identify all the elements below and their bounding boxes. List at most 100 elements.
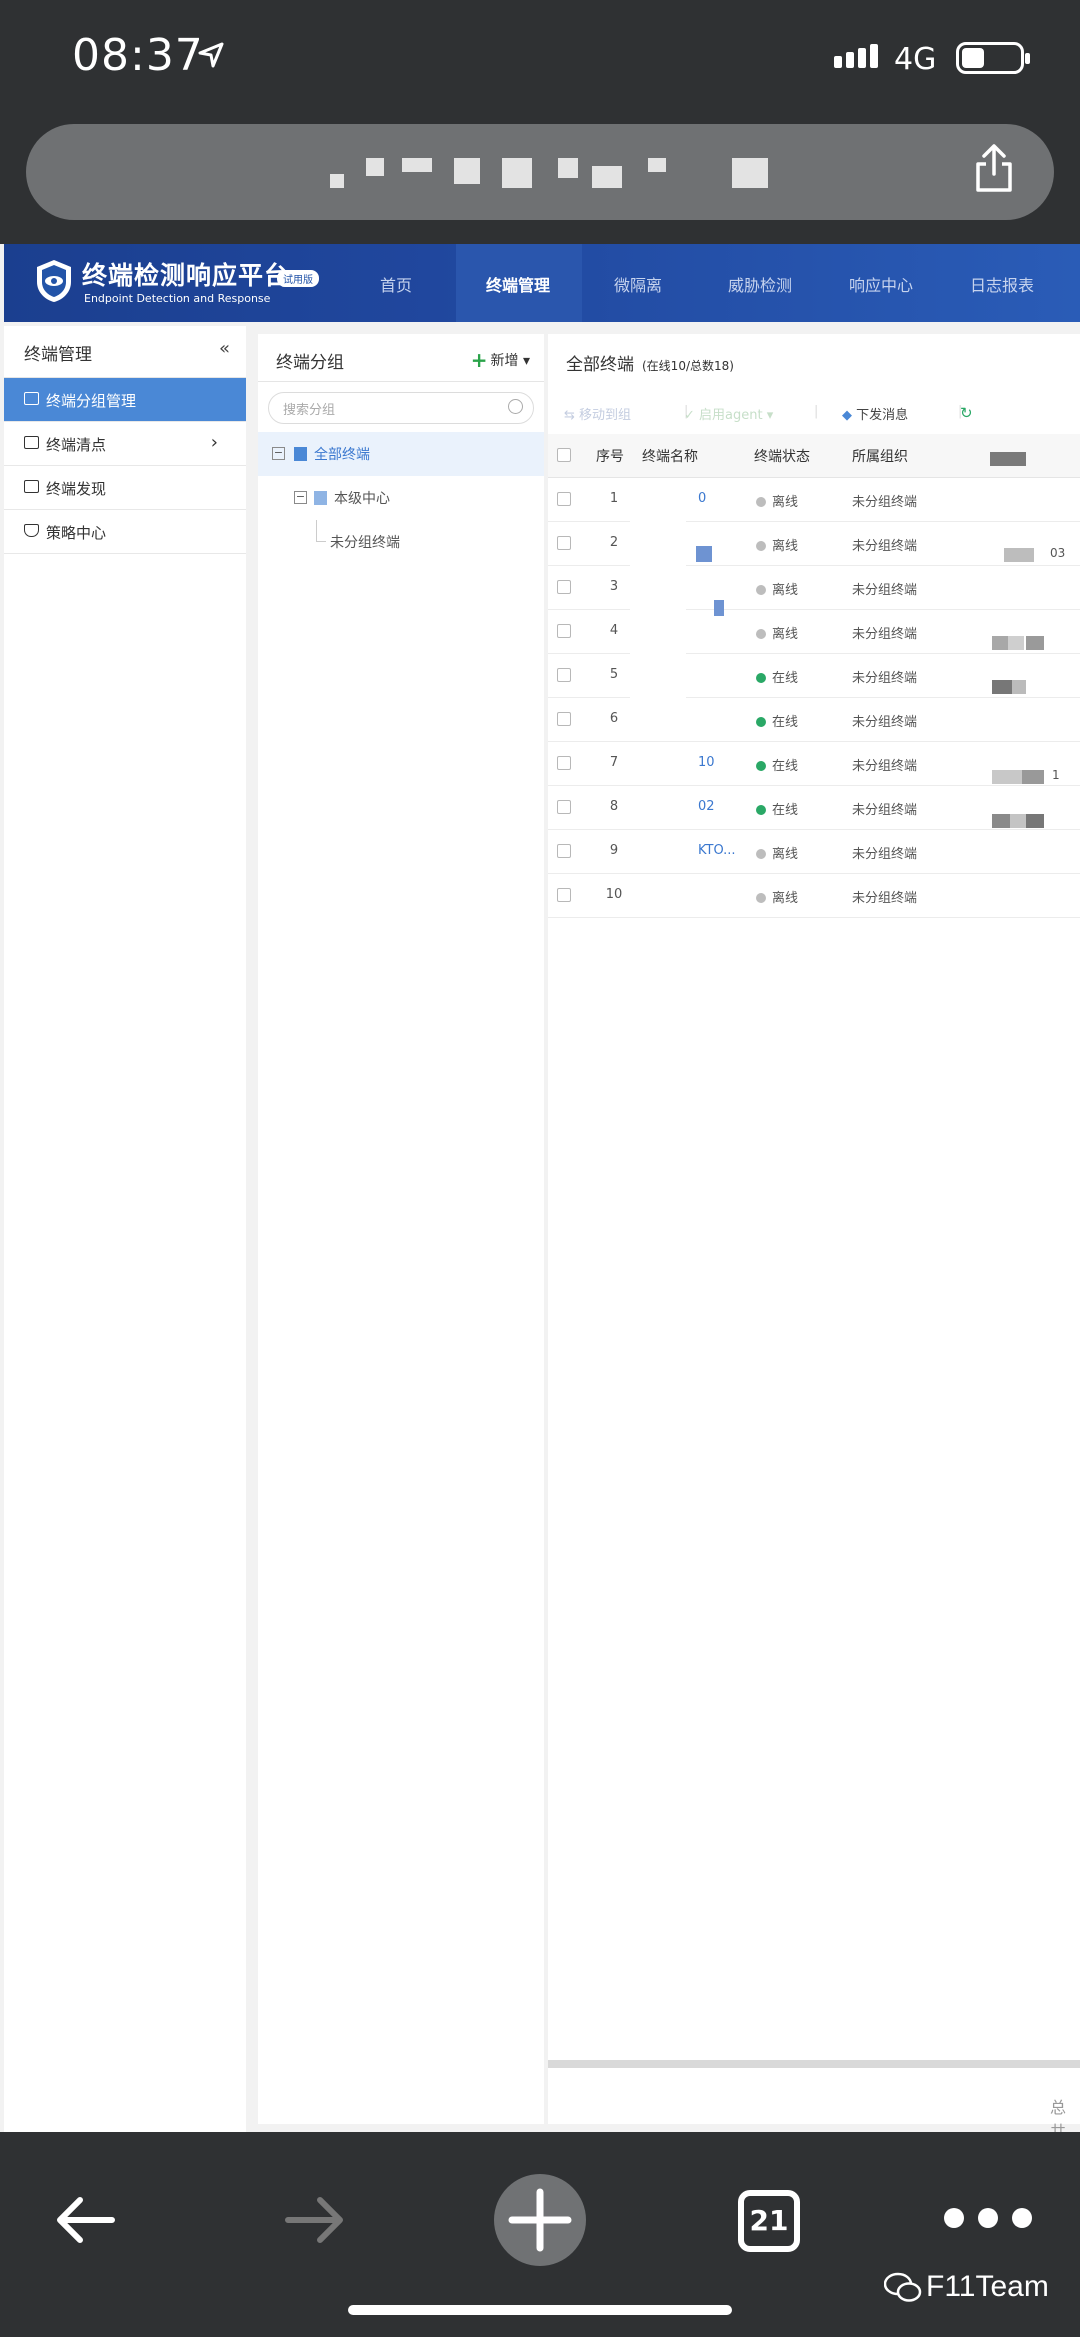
group-search-input[interactable]: 搜索分组: [268, 392, 534, 424]
forward-arrow-icon[interactable]: [280, 2190, 350, 2250]
row-checkbox[interactable]: [557, 756, 571, 770]
refresh-icon[interactable]: ↻: [960, 404, 973, 422]
row-checkbox[interactable]: [557, 668, 571, 682]
status-text: 离线: [772, 583, 799, 598]
table-row[interactable]: 6 在线 未分组终端: [548, 698, 1080, 742]
nav-threat-detection[interactable]: 威胁检测: [728, 272, 792, 296]
row-checkbox[interactable]: [557, 844, 571, 858]
blurred-url: [330, 158, 770, 188]
column-header-org[interactable]: 所属组织: [852, 446, 908, 466]
row-number: 2: [609, 535, 619, 550]
endpoint-name[interactable]: 02: [698, 799, 715, 814]
send-message-button[interactable]: ◆ 下发消息: [842, 404, 908, 423]
status-badge: 离线: [756, 535, 798, 554]
tabs-count-button[interactable]: 21: [738, 2190, 800, 2252]
list-title-text: 全部终端: [566, 355, 634, 375]
status-text: 离线: [772, 495, 799, 510]
trial-badge: 试用版: [277, 270, 319, 287]
row-checkbox[interactable]: [557, 492, 571, 506]
redaction-overlay: [630, 478, 686, 738]
row-number: 9: [609, 843, 619, 858]
brand-english: Endpoint Detection and Response: [84, 292, 271, 305]
row-number: 4: [609, 623, 619, 638]
status-text: 离线: [772, 847, 799, 862]
status-badge: 离线: [756, 579, 798, 598]
tree-node-label: 本级中心: [334, 491, 390, 507]
sidebar-header: 终端管理 «: [4, 326, 246, 378]
sidebar-item-group-management[interactable]: 终端分组管理: [4, 378, 246, 422]
row-number: 5: [609, 667, 619, 682]
tree-node-all-endpoints[interactable]: − 全部终端: [258, 432, 544, 476]
column-header-no[interactable]: 序号: [596, 446, 624, 466]
nav-home[interactable]: 首页: [380, 272, 412, 296]
select-all-checkbox[interactable]: [557, 448, 571, 462]
sidebar-item-label: 策略中心: [46, 524, 107, 542]
collapse-icon[interactable]: «: [219, 338, 230, 359]
row-number: 8: [609, 799, 619, 814]
new-tab-button[interactable]: [494, 2174, 586, 2266]
status-badge: 在线: [756, 755, 798, 774]
list-title: 全部终端 (在线10/总数18): [566, 350, 734, 375]
endpoint-name[interactable]: 0: [698, 491, 706, 506]
sidebar-title: 终端管理: [24, 345, 92, 365]
share-icon[interactable]: [972, 142, 1016, 194]
status-badge: 离线: [756, 843, 798, 862]
row-checkbox[interactable]: [557, 800, 571, 814]
status-dot-icon: [756, 761, 766, 771]
table-row[interactable]: 9 KTO... 离线 未分组终端: [548, 830, 1080, 874]
collapse-node-icon: −: [272, 446, 285, 460]
send-message-label: 下发消息: [856, 408, 909, 423]
status-text: 离线: [772, 627, 799, 642]
tree-node-ungrouped[interactable]: 未分组终端: [258, 520, 544, 564]
monitor-group-icon: [24, 392, 39, 405]
status-text: 在线: [772, 671, 799, 686]
column-header-name[interactable]: 终端名称: [642, 446, 698, 466]
row-checkbox[interactable]: [557, 712, 571, 726]
add-group-label: 新增: [490, 353, 519, 369]
status-badge: 离线: [756, 491, 798, 510]
back-arrow-icon[interactable]: [50, 2190, 120, 2250]
org-name: 未分组终端: [852, 715, 918, 730]
status-dot-icon: [756, 805, 766, 815]
battery-icon: [956, 42, 1030, 74]
status-dot-icon: [756, 893, 766, 903]
status-dot-icon: [756, 673, 766, 683]
org-name: 未分组终端: [852, 627, 918, 642]
status-text: 在线: [772, 803, 799, 818]
org-name: 未分组终端: [852, 847, 918, 862]
nav-response-center[interactable]: 响应中心: [849, 272, 913, 296]
sidebar-item-discovery[interactable]: 终端发现: [4, 466, 246, 510]
org-name: 未分组终端: [852, 539, 918, 554]
monitor-icon: [24, 436, 39, 449]
row-checkbox[interactable]: [557, 888, 571, 902]
logo-icon: [37, 260, 71, 302]
search-doc-icon: [24, 480, 39, 493]
nav-endpoint-management[interactable]: 终端管理: [486, 272, 550, 296]
enable-agent-button[interactable]: ✓ 启用agent ▾: [684, 404, 773, 423]
sidebar-item-inventory[interactable]: 终端清点 ›: [4, 422, 246, 466]
add-group-button[interactable]: + 新增 ▾: [471, 348, 530, 372]
status-dot-icon: [756, 497, 766, 507]
table-row[interactable]: 10离线未分组终端: [548, 478, 1080, 522]
row-checkbox[interactable]: [557, 580, 571, 594]
shield-icon: [24, 524, 39, 537]
tree-node-label: 全部终端: [314, 447, 370, 463]
group-search-placeholder: 搜索分组: [283, 403, 336, 418]
column-header-status[interactable]: 终端状态: [754, 446, 810, 466]
table-row[interactable]: 10离线未分组终端: [548, 874, 1080, 918]
endpoint-name[interactable]: 10: [698, 755, 715, 770]
endpoint-name[interactable]: KTO...: [698, 843, 736, 858]
table-row[interactable]: 3 离线 未分组终端: [548, 566, 1080, 610]
move-to-group-button[interactable]: ⇆ 移动到组: [564, 404, 631, 423]
endpoint-list-panel: 全部终端 (在线10/总数18) ⇆ 移动到组 | ✓ 启用agent ▾ | ◆…: [548, 334, 1080, 2132]
row-checkbox[interactable]: [557, 624, 571, 638]
plus-icon: [508, 2188, 572, 2252]
tree-node-local-center[interactable]: − 本级中心: [258, 476, 544, 520]
horizontal-scrollbar[interactable]: [548, 2060, 1080, 2068]
more-options-icon[interactable]: [944, 2208, 1044, 2228]
sidebar-item-policy-center[interactable]: 策略中心: [4, 510, 246, 554]
row-checkbox[interactable]: [557, 536, 571, 550]
nav-log-reports[interactable]: 日志报表: [970, 272, 1034, 296]
nav-micro-isolation[interactable]: 微隔离: [614, 272, 662, 296]
table-row[interactable]: 2 离线 未分组终端: [548, 522, 1080, 566]
